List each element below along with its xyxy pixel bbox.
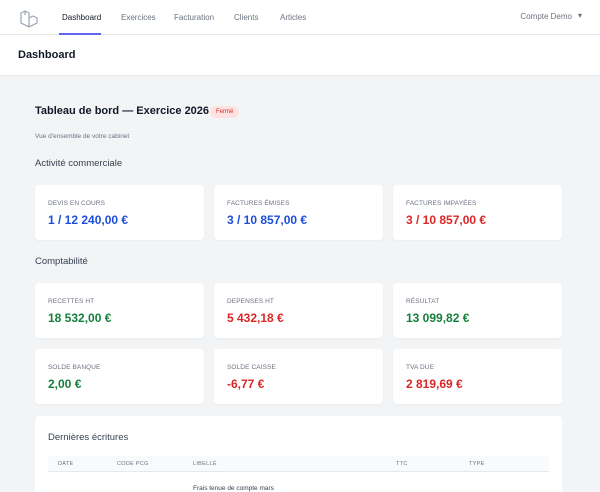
card-solde-caisse: SOLDE CAISSE -6,77 € — [214, 349, 383, 404]
nav-facturation[interactable]: Facturation — [174, 13, 214, 22]
card-label: TVA DUE — [406, 364, 435, 371]
card-depenses: DEPENSES HT 5 432,18 € — [214, 283, 383, 338]
card-value: 2 819,69 € — [406, 377, 463, 391]
card-value: 1 / 12 240,00 € — [48, 213, 129, 227]
nav-articles[interactable]: Articles — [280, 13, 306, 22]
column-header[interactable]: DATE — [58, 461, 73, 467]
card-value: 5 432,18 € — [227, 311, 284, 325]
card-label: FACTURES IMPAYÉES — [406, 200, 477, 207]
page-header: Dashboard — [0, 35, 600, 75]
app-logo-icon[interactable] — [18, 8, 38, 28]
section-accounting-title: Comptabilité — [35, 256, 88, 267]
card-label: SOLDE CAISSE — [227, 364, 276, 371]
card-value: -6,77 € — [227, 377, 265, 391]
card-solde-banque: SOLDE BANQUE 2,00 € — [35, 349, 204, 404]
card-value: 3 / 10 857,00 € — [227, 213, 308, 227]
card-resultat: RÉSULTAT 13 099,82 € — [393, 283, 562, 338]
card-label: RÉSULTAT — [406, 298, 440, 305]
top-nav: Dashboard Exercices Facturation Clients … — [0, 0, 600, 35]
column-header[interactable]: TTC — [396, 461, 408, 467]
card-label: DEVIS EN COURS — [48, 200, 106, 207]
card-label: SOLDE BANQUE — [48, 364, 101, 371]
table-header: DATE CODE PCG LIBELLÉ TTC TYPE — [48, 456, 549, 472]
card-factures-emises: FACTURES ÉMISES 3 / 10 857,00 € — [214, 185, 383, 240]
recent-entries-panel: Dernières écritures DATE CODE PCG LIBELL… — [35, 416, 562, 492]
nav-dashboard[interactable]: Dashboard — [62, 13, 101, 22]
nav-clients[interactable]: Clients — [234, 13, 258, 22]
card-devis: DEVIS EN COURS 1 / 12 240,00 € — [35, 185, 204, 240]
card-label: FACTURES ÉMISES — [227, 200, 290, 207]
card-value: 2,00 € — [48, 377, 82, 391]
nav-exercices[interactable]: Exercices — [121, 13, 156, 22]
card-factures-impayees: FACTURES IMPAYÉES 3 / 10 857,00 € — [393, 185, 562, 240]
column-header[interactable]: TYPE — [469, 461, 485, 467]
recent-entries-title: Dernières écritures — [48, 432, 129, 443]
card-value: 3 / 10 857,00 € — [406, 213, 487, 227]
card-value: 18 532,00 € — [48, 311, 112, 325]
page-title: Dashboard — [18, 49, 76, 61]
table-row[interactable]: Frais tenue de compte mars — [193, 485, 274, 492]
section-commercial-title: Activité commerciale — [35, 158, 123, 169]
card-value: 13 099,82 € — [406, 311, 470, 325]
card-label: DEPENSES HT — [227, 298, 274, 305]
card-recettes: RECETTES HT 18 532,00 € — [35, 283, 204, 338]
card-tva: TVA DUE 2 819,69 € — [393, 349, 562, 404]
chevron-down-icon[interactable]: ▾ — [578, 11, 582, 20]
column-header[interactable]: LIBELLÉ — [193, 461, 217, 467]
card-label: RECETTES HT — [48, 298, 95, 305]
dashboard-title: Tableau de bord — Exercice 2026 — [35, 105, 210, 117]
status-badge: Fermé — [210, 106, 240, 118]
account-menu[interactable]: Compte Demo — [520, 12, 572, 21]
dashboard-subtitle: Vue d'ensemble de votre cabinet — [35, 133, 130, 140]
column-header[interactable]: CODE PCG — [117, 461, 149, 467]
